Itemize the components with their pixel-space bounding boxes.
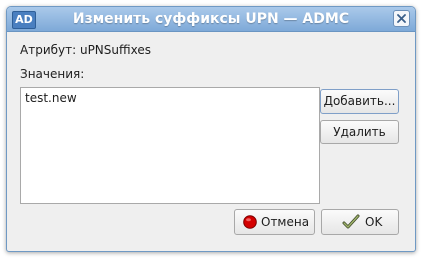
dialog-window: AD Изменить суффиксы UPN — ADMC Атрибут:… — [6, 6, 416, 252]
title-bar[interactable]: AD Изменить суффиксы UPN — ADMC — [7, 7, 415, 32]
values-list[interactable]: test.new — [20, 87, 320, 204]
cancel-label: Отмена — [261, 215, 310, 229]
remove-button[interactable]: Удалить — [320, 120, 399, 144]
cancel-button[interactable]: Отмена — [234, 209, 315, 235]
ok-button[interactable]: OK — [321, 209, 399, 235]
ok-label: OK — [365, 215, 383, 229]
check-icon — [342, 214, 360, 229]
list-item[interactable]: test.new — [25, 91, 77, 105]
close-button[interactable] — [393, 10, 410, 27]
add-button[interactable]: Добавить... — [320, 89, 399, 114]
values-label: Значения: — [20, 67, 85, 81]
close-icon — [397, 14, 406, 23]
stop-icon — [243, 215, 257, 229]
attribute-label: Атрибут: uPNSuffixes — [20, 43, 151, 57]
app-icon: AD — [12, 11, 36, 29]
window-title: Изменить суффиксы UPN — ADMC — [72, 11, 350, 27]
